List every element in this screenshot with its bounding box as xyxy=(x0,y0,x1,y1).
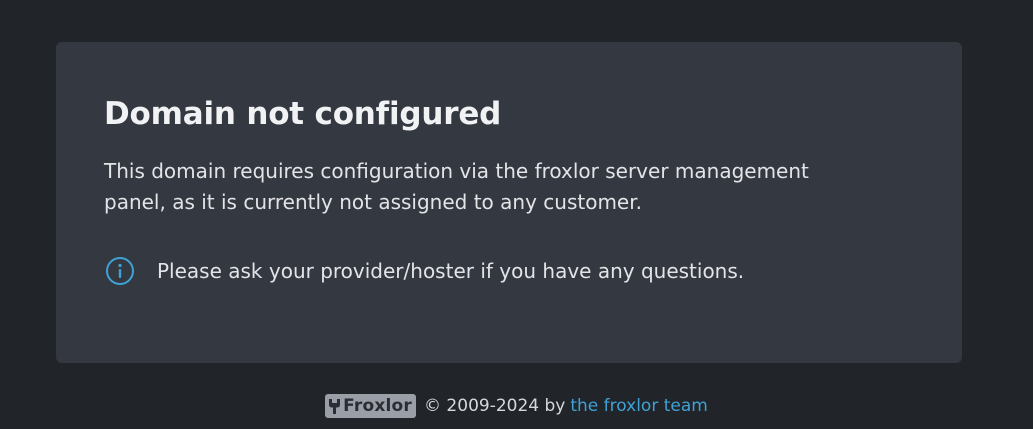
footer: Froxlor © 2009-2024 by the froxlor team xyxy=(0,394,1033,418)
message-card: Domain not configured This domain requir… xyxy=(56,42,962,363)
notice-text: Please ask your provider/hoster if you h… xyxy=(157,259,745,283)
wrench-icon xyxy=(329,399,341,414)
info-notice: Please ask your provider/hoster if you h… xyxy=(104,256,914,286)
info-icon xyxy=(106,257,134,285)
page-title: Domain not configured xyxy=(104,96,502,132)
froxlor-team-link[interactable]: the froxlor team xyxy=(570,396,707,416)
description-text: This domain requires configuration via t… xyxy=(104,159,809,214)
logo-text: Froxlor xyxy=(343,396,413,416)
copyright-text: © 2009-2024 by xyxy=(424,396,566,416)
froxlor-logo: Froxlor xyxy=(325,394,417,418)
